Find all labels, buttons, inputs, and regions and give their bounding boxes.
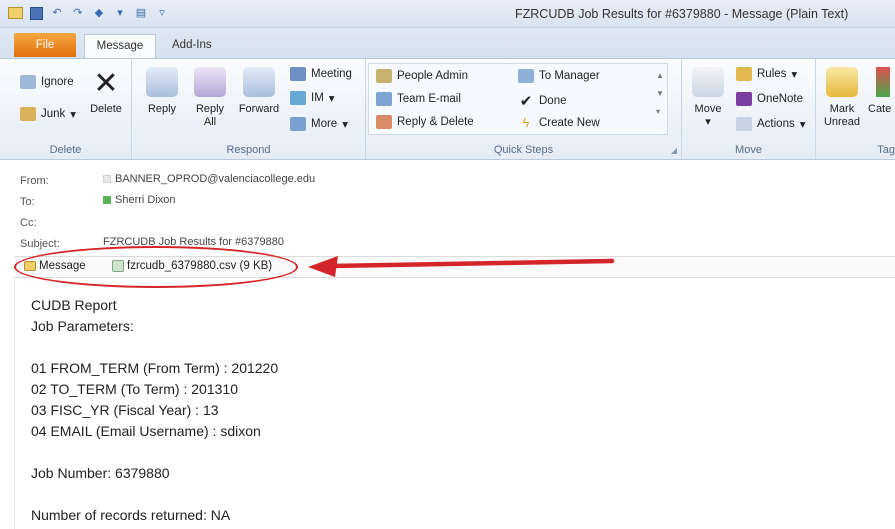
body-line: 03 FISC_YR (Fiscal Year) : 13 bbox=[31, 402, 219, 418]
body-line: 01 FROM_TERM (From Term) : 201220 bbox=[31, 360, 279, 376]
body-line: Number of records returned: NA bbox=[31, 507, 231, 523]
body-line: 02 TO_TERM (To Term) : 201310 bbox=[31, 381, 238, 397]
body-line: Job Parameters: bbox=[31, 318, 134, 334]
body-line: Job Number: 6379880 bbox=[31, 465, 170, 481]
message-body: CUDB Report Job Parameters: 01 FROM_TERM… bbox=[14, 279, 895, 529]
body-line: 04 EMAIL (Email Username) : sdixon bbox=[31, 423, 261, 439]
body-line: CUDB Report bbox=[31, 297, 117, 313]
